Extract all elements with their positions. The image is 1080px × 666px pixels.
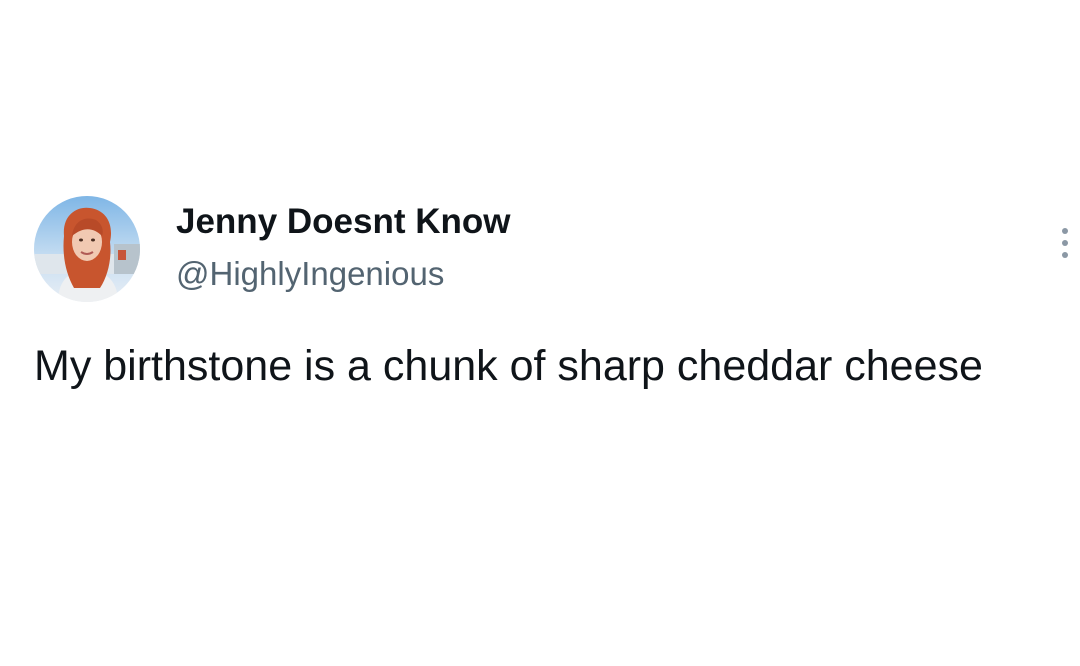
tweet-card: Jenny Doesnt Know @HighlyIngenious My bi… (0, 0, 1080, 666)
more-vertical-icon (1062, 240, 1068, 246)
profile-photo-icon (34, 196, 140, 302)
author-handle[interactable]: @HighlyIngenious (176, 252, 444, 296)
author-display-name[interactable]: Jenny Doesnt Know (176, 200, 510, 244)
avatar[interactable] (34, 196, 140, 302)
tweet-text: My birthstone is a chunk of sharp chedda… (34, 342, 983, 390)
more-options-button[interactable] (1052, 216, 1078, 270)
more-vertical-icon (1062, 228, 1068, 234)
more-vertical-icon (1062, 252, 1068, 258)
